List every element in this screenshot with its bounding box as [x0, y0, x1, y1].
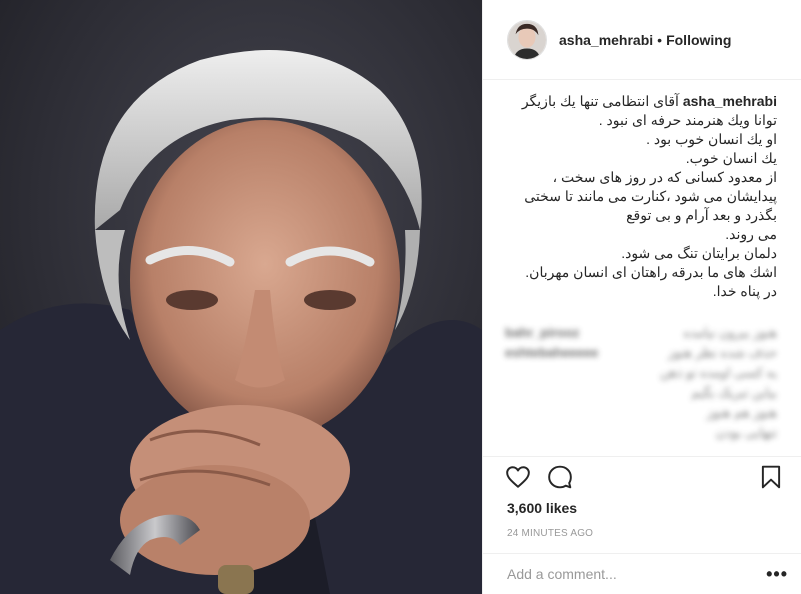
caption-line: یك انسان خوب. — [685, 150, 777, 166]
add-comment-bar: Add a comment... ••• — [483, 553, 801, 594]
comment-icon — [548, 465, 572, 488]
caption-line: او یك انسان خوب بود . — [646, 131, 777, 147]
comment-row: eshtebaheeeee حذف شده نظر هنوز — [505, 343, 777, 362]
caption-line: پیدایشان می شود ،کنارت می مانند تا سختی — [524, 188, 777, 204]
comment-text: یه کسی اومده تو ذهن — [659, 364, 777, 380]
comment-row: bahr_pirooz هنوز بیرون نیامده — [505, 323, 777, 342]
comment-row: هنوز هم هنوز — [505, 403, 777, 422]
caption-text: آقای انتظامی تنها یك بازیگر — [521, 93, 679, 109]
avatar-icon — [508, 20, 546, 59]
header-username[interactable]: asha_mehrabi — [559, 32, 653, 48]
comment-text: بیاین تبریک بگیم — [691, 384, 777, 400]
caption-line: دلمان برایتان تنگ می شود. — [621, 245, 777, 261]
comment-row: بیاین تبریک بگیم — [505, 383, 777, 402]
caption-username[interactable]: asha_mehrabi — [683, 93, 777, 109]
save-button[interactable] — [758, 464, 784, 490]
comments-section: asha_mehrabi آقای انتظامی تنها یك بازیگر… — [483, 80, 801, 448]
blurred-comments: bahr_pirooz هنوز بیرون نیامده eshtebahee… — [505, 323, 777, 442]
comment-row: تنهایی بودن — [505, 423, 777, 442]
likes-count[interactable]: 3,600 likes — [507, 500, 577, 516]
comment-button[interactable] — [547, 464, 573, 490]
following-button[interactable]: Following — [666, 32, 731, 48]
action-bar — [483, 456, 801, 496]
portrait-image — [0, 0, 482, 594]
caption-line: در پناه خدا. — [712, 283, 777, 299]
header-separator: • — [657, 31, 663, 48]
comment-row: یه کسی اومده تو ذهن — [505, 363, 777, 382]
post-detail-panel: asha_mehrabi • Following asha_mehrabi آق… — [482, 0, 801, 594]
caption-line: بگذرد و بعد آرام و بی توقع — [626, 207, 777, 223]
post-timestamp[interactable]: 24 MINUTES AGO — [507, 528, 593, 539]
add-comment-input[interactable]: Add a comment... — [507, 566, 766, 582]
post-header: asha_mehrabi • Following — [483, 0, 801, 80]
more-options-icon[interactable]: ••• — [766, 565, 788, 583]
caption-line: می روند. — [725, 226, 777, 242]
caption: asha_mehrabi آقای انتظامی تنها یك بازیگر… — [505, 92, 777, 301]
caption-line: از معدود کسانی که در روز های سخت ، — [552, 169, 777, 185]
comment-text: تنهایی بودن — [715, 424, 777, 440]
comment-username[interactable]: eshtebaheeeee — [505, 345, 598, 360]
like-button[interactable] — [505, 464, 531, 490]
comment-username[interactable]: bahr_pirooz — [505, 325, 579, 340]
bookmark-icon — [761, 465, 781, 488]
caption-line: توانا ویك هنرمند حرفه ای نبود . — [598, 112, 777, 128]
comment-text: حذف شده نظر هنوز — [668, 344, 777, 360]
avatar[interactable] — [507, 19, 547, 60]
caption-line: asha_mehrabi آقای انتظامی تنها یك بازیگر — [505, 92, 777, 111]
comment-text: هنوز هم هنوز — [706, 404, 777, 420]
caption-line: اشك های ما بدرقه راهتان ای انسان مهربان. — [525, 264, 777, 280]
comment-text: هنوز بیرون نیامده — [683, 324, 777, 340]
post-photo[interactable] — [0, 0, 482, 594]
heart-icon — [506, 465, 530, 488]
